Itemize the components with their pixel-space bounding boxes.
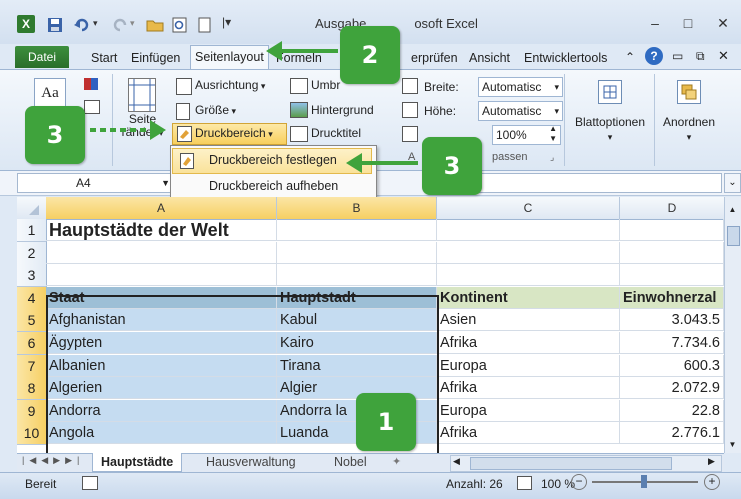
callout-3-right: 3 xyxy=(422,137,482,195)
callout-2: 2 xyxy=(340,26,400,84)
callout-3-left: 3 xyxy=(25,106,85,164)
callout-1: 1 xyxy=(356,393,416,451)
